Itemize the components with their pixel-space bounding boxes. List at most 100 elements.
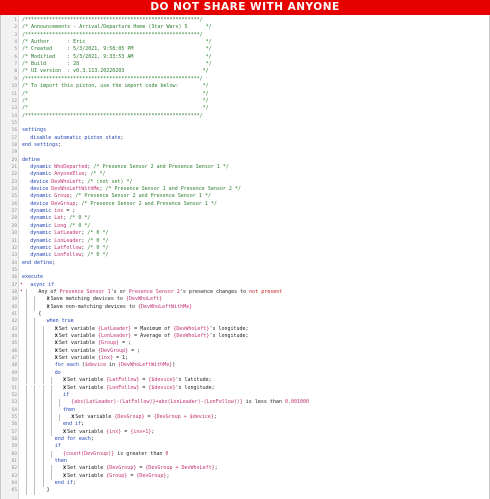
code-line: 25 dynamic Group; /* Presence Sensor 2 an… <box>1 193 489 199</box>
code-variable: Presence Sensor 1 <box>59 288 111 295</box>
indent-guide <box>34 384 36 392</box>
indent-guide <box>26 333 28 341</box>
code-keyword: settings <box>22 127 47 134</box>
code-content: /***************************************… <box>22 113 203 119</box>
line-number: 14 <box>11 112 17 118</box>
line-number: 45 <box>11 340 17 346</box>
indent-guide <box>26 288 28 297</box>
line-number: 21 <box>11 164 17 169</box>
statement-icon: X <box>54 347 58 353</box>
code-variable: {DevGroup} <box>98 347 129 354</box>
indent-guide <box>26 480 28 488</box>
code-keyword: end if <box>63 421 82 428</box>
line-number: 4 <box>14 39 17 45</box>
code-line: 37 • async if <box>1 282 489 288</box>
code-text: 's longitude; <box>209 325 249 332</box>
code-comment: /* 0 */ <box>69 215 91 222</box>
code-content: /***************************************… <box>22 17 203 23</box>
code-keyword: end if <box>54 480 73 487</box>
code-comment: /* 0 */ <box>87 237 109 244</box>
code-content: disable automatic piston state; <box>30 135 123 141</box>
line-number: 31 <box>11 237 17 243</box>
warning-banner: DO NOT SHARE WITH ANYONE <box>0 0 490 15</box>
line-number: 3 <box>14 31 17 37</box>
line-number: 36 <box>11 274 17 280</box>
code-content: device DevWhoLeftWithMe; /* Presence Sen… <box>30 186 241 192</box>
code-keyword: end define <box>22 259 53 266</box>
code-content: XSet variable {inx} = {inx+1}; <box>63 429 154 435</box>
code-text: is less than <box>242 399 285 406</box>
code-variable: {inx} <box>106 428 122 435</box>
indent-guide <box>26 355 28 363</box>
code-viewer[interactable]: 1 /**************************************… <box>0 15 490 499</box>
code-line: 4 /* Author : Eric */ <box>1 39 489 45</box>
code-keyword: if <box>63 391 70 398</box>
indent-guide <box>42 421 44 429</box>
code-line: 39 XSave matching devices to {DevWhoLeft} <box>1 296 489 302</box>
code-content: end for each; <box>55 436 94 442</box>
code-line: 63 XSet variable {Group} = {DevGroup}; <box>1 473 489 479</box>
code-content: dynamic Group; /* Presence Sensor 2 and … <box>30 193 211 199</box>
breakpoint-marker-icon[interactable]: • <box>20 282 23 288</box>
line-number: 8 <box>14 68 17 74</box>
indent-guide <box>26 421 28 429</box>
line-number: 23 <box>11 178 17 184</box>
code-keyword: then <box>54 458 67 464</box>
code-content: dynamic LonFollow; /* 0 */ <box>30 252 108 258</box>
code-line: 48 for each ($device in {DevWhoLeftWithMe… <box>1 362 489 368</box>
code-content: /* */ <box>22 91 209 97</box>
breakpoint-marker-icon[interactable]: • <box>20 289 23 295</box>
line-number: 34 <box>11 259 17 265</box>
code-line: 35 <box>1 267 489 273</box>
code-line: 2 /* Announcements - Arrival/Departure Ho… <box>1 24 489 30</box>
code-keyword: device <box>30 186 52 193</box>
code-line: 8 /* UI version : v0.3.113.20220203 */ <box>1 68 489 74</box>
code-text: Set variable <box>58 347 99 354</box>
code-keyword: if <box>54 443 61 450</box>
code-line: 36 execute <box>1 274 489 280</box>
line-number: 59 <box>11 443 17 449</box>
line-number: 12 <box>11 97 17 103</box>
code-content: {abs(LatLeader)-(LatFollow)}+abs(LonLead… <box>71 399 309 405</box>
indent-guide <box>42 377 44 385</box>
line-number: 33 <box>11 252 17 258</box>
indent-guide <box>26 369 28 378</box>
line-number: 18 <box>11 141 17 147</box>
line-number: 37 <box>11 281 17 287</box>
code-line: 16 settings <box>1 127 489 133</box>
code-line: 51 XSet variable {LonFollow} = {$device}'… <box>1 385 489 391</box>
code-text: Set variable <box>58 355 99 362</box>
code-variable: Lat <box>54 215 64 222</box>
code-line: 30 dynamic LatLeader; /* 0 */ <box>1 230 489 236</box>
code-line: 23 device DevWhoLeft; /* (not set) */ <box>1 179 489 185</box>
code-line: 27 dynamic inx = ; <box>1 208 489 214</box>
code-text: ; <box>214 465 218 472</box>
statement-icon: X <box>71 413 75 419</box>
code-text: Set variable <box>58 325 99 332</box>
code-content: {count(DevGroup)} is greater than 0 <box>63 451 168 457</box>
indent-guide <box>34 399 36 407</box>
code-variable: LatFollow <box>54 244 82 251</box>
code-content: } <box>47 487 50 493</box>
code-line: 20 define <box>1 157 489 163</box>
code-text: 's longitude; <box>209 333 249 340</box>
line-number: 48 <box>11 362 17 368</box>
line-number: 63 <box>11 472 17 478</box>
code-variable: Long <box>54 222 67 229</box>
indent-guide <box>42 465 44 473</box>
code-line: 6 /* Modified : 5/3/2021, 9:33:53 AM */ <box>1 54 489 60</box>
code-variable: DevWhoLeft <box>51 178 82 185</box>
code-keyword: execute <box>22 274 44 281</box>
indent-guide <box>50 421 52 429</box>
line-number: 60 <box>11 450 17 456</box>
line-number: 32 <box>11 244 17 250</box>
code-text: ; <box>72 480 76 487</box>
line-number: 56 <box>11 421 17 427</box>
code-variable: {Group} <box>98 340 120 347</box>
indent-guide <box>34 355 36 363</box>
code-comment: /* */ <box>22 105 209 112</box>
code-variable: inx <box>54 208 64 215</box>
line-number: 62 <box>11 465 17 471</box>
code-content: XSet variable {LatFollow} = {$device}'s … <box>63 377 212 383</box>
code-variable: 0.001000 <box>284 399 310 406</box>
